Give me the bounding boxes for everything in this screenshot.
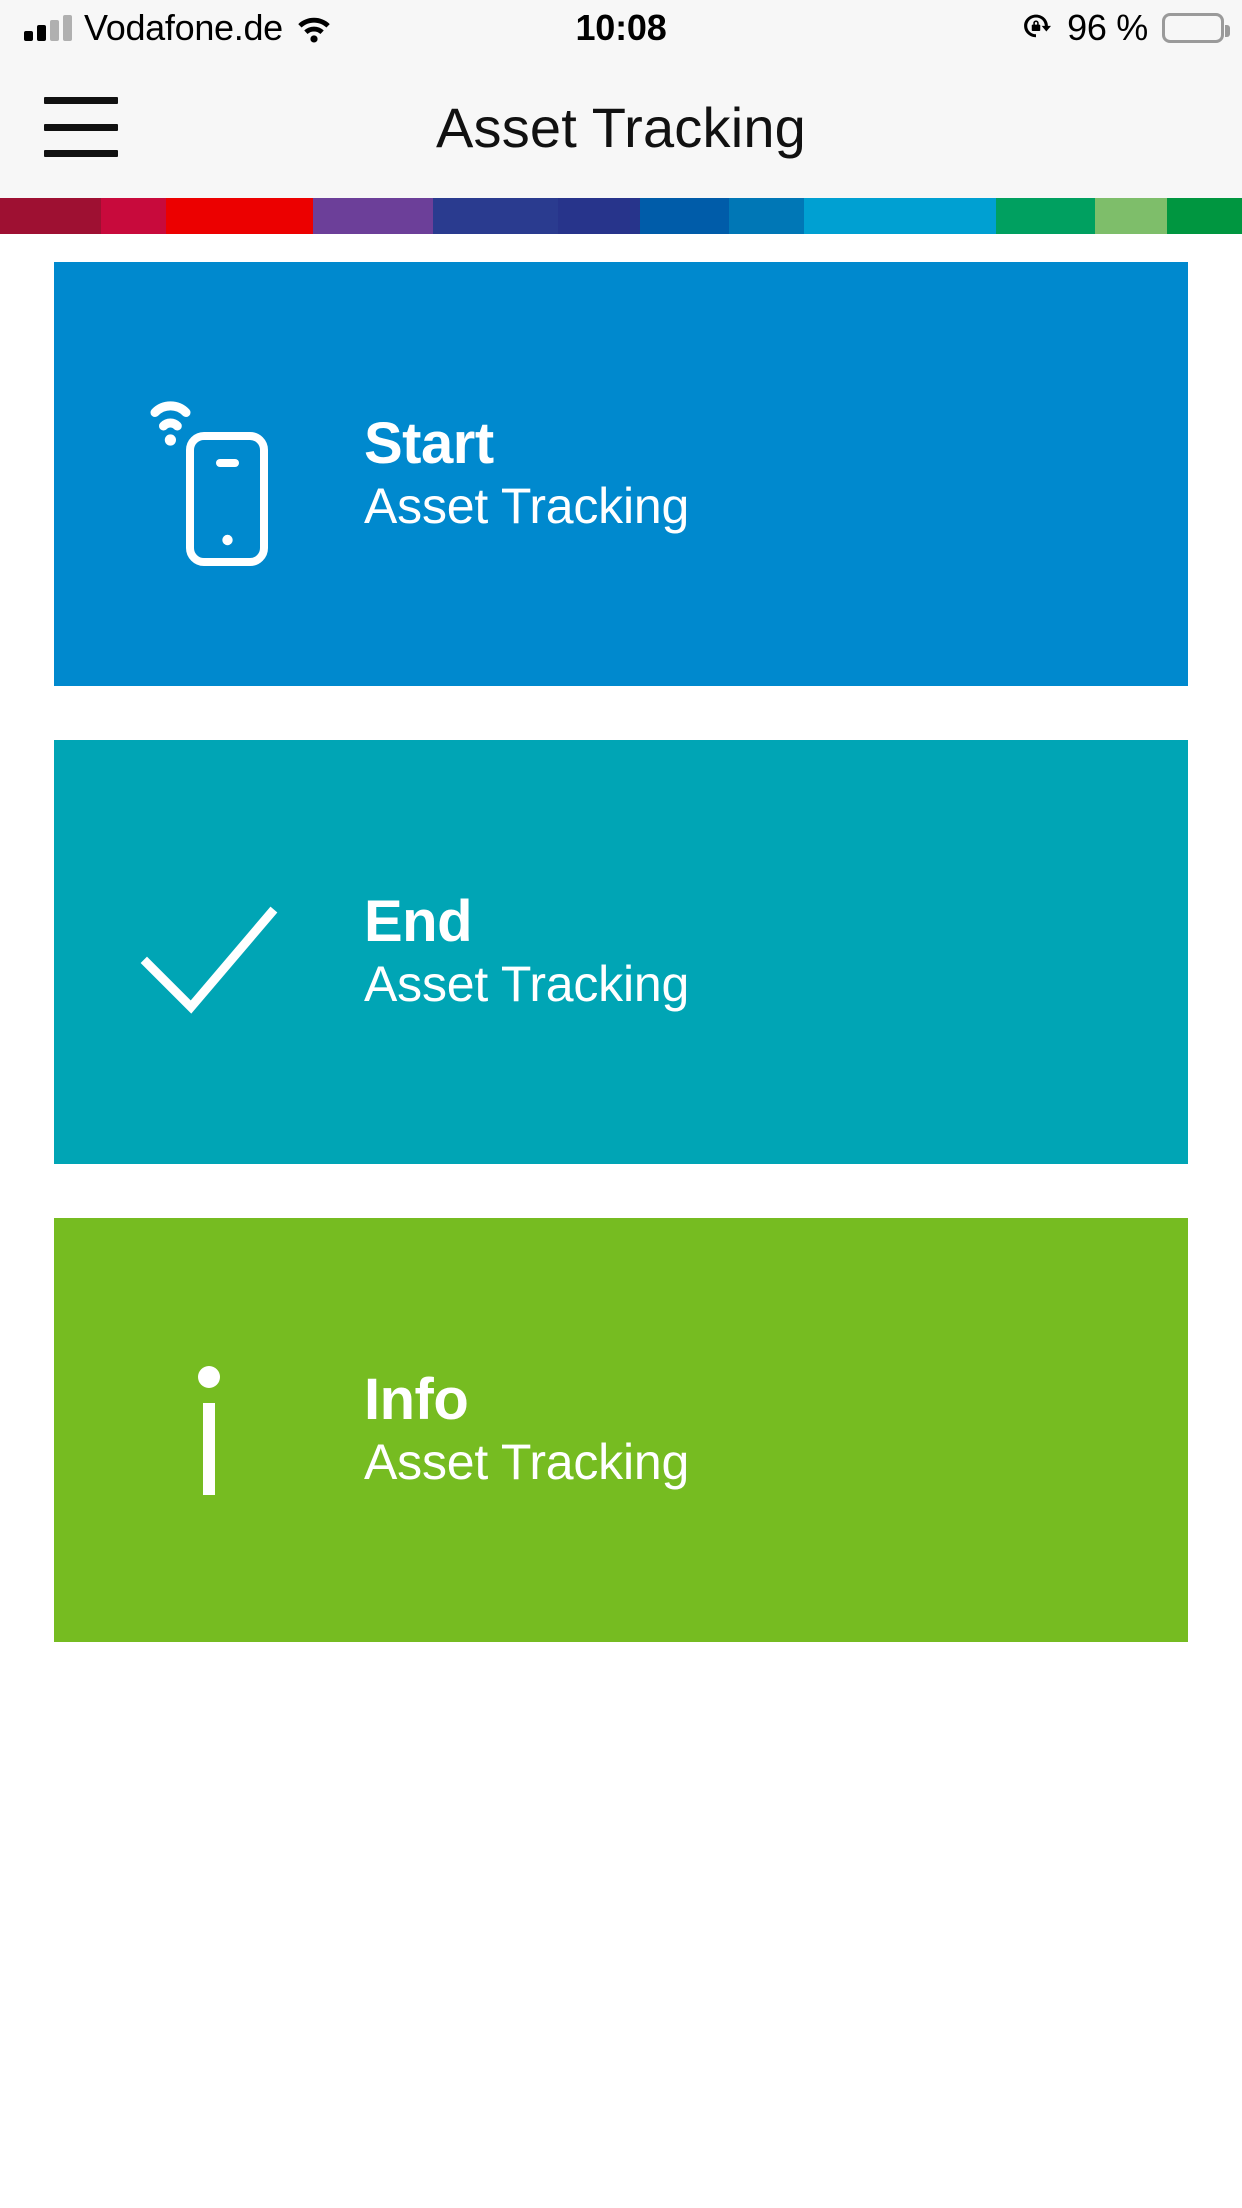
page-title: Asset Tracking bbox=[435, 95, 807, 159]
color-stripe-segment-5 bbox=[557, 198, 640, 234]
tile-info[interactable]: Info Asset Tracking bbox=[54, 1218, 1188, 1642]
status-bar: Vodafone.de 10:08 96 % bbox=[0, 0, 1242, 56]
rotation-lock-icon bbox=[1024, 14, 1052, 38]
tile-info-subtitle: Asset Tracking bbox=[364, 1433, 690, 1490]
tile-start[interactable]: Start Asset Tracking bbox=[54, 262, 1188, 686]
color-stripe-segment-6 bbox=[639, 198, 729, 234]
tile-end-text: End Asset Tracking bbox=[364, 889, 690, 1014]
color-stripe-segment-3 bbox=[312, 198, 434, 234]
tile-info-title: Info bbox=[364, 1367, 469, 1433]
tile-info-text: Info Asset Tracking bbox=[364, 1367, 690, 1492]
tile-end-subtitle: Asset Tracking bbox=[364, 955, 690, 1012]
color-stripe-segment-0 bbox=[0, 198, 101, 234]
info-letter-icon bbox=[54, 1355, 364, 1505]
color-stripe-segment-8 bbox=[803, 198, 997, 234]
status-bar-right: 96 % bbox=[1019, 0, 1230, 56]
color-stripe-segment-1 bbox=[100, 198, 167, 234]
tile-list: Start Asset Tracking End Asset Tracking bbox=[0, 234, 1242, 1642]
hamburger-menu-icon[interactable] bbox=[44, 97, 118, 157]
color-stripe-segment-2 bbox=[166, 198, 313, 234]
navigation-bar: Asset Tracking bbox=[0, 56, 1242, 198]
tile-end-title: End bbox=[364, 889, 473, 955]
color-stripe-segment-10 bbox=[1095, 198, 1168, 234]
battery-full-icon bbox=[1162, 13, 1230, 43]
tile-start-title: Start bbox=[364, 411, 494, 477]
brand-color-stripe bbox=[0, 198, 1242, 234]
battery-percentage-label: 96 % bbox=[1067, 7, 1148, 48]
tile-start-text: Start Asset Tracking bbox=[364, 411, 690, 536]
color-stripe-segment-9 bbox=[996, 198, 1096, 234]
tag-wifi-icon bbox=[54, 374, 364, 574]
color-stripe-segment-11 bbox=[1167, 198, 1242, 234]
color-stripe-segment-7 bbox=[729, 198, 804, 234]
checkmark-icon bbox=[54, 877, 364, 1027]
color-stripe-segment-4 bbox=[433, 198, 558, 234]
tile-start-subtitle: Asset Tracking bbox=[364, 477, 690, 534]
tile-end[interactable]: End Asset Tracking bbox=[54, 740, 1188, 1164]
